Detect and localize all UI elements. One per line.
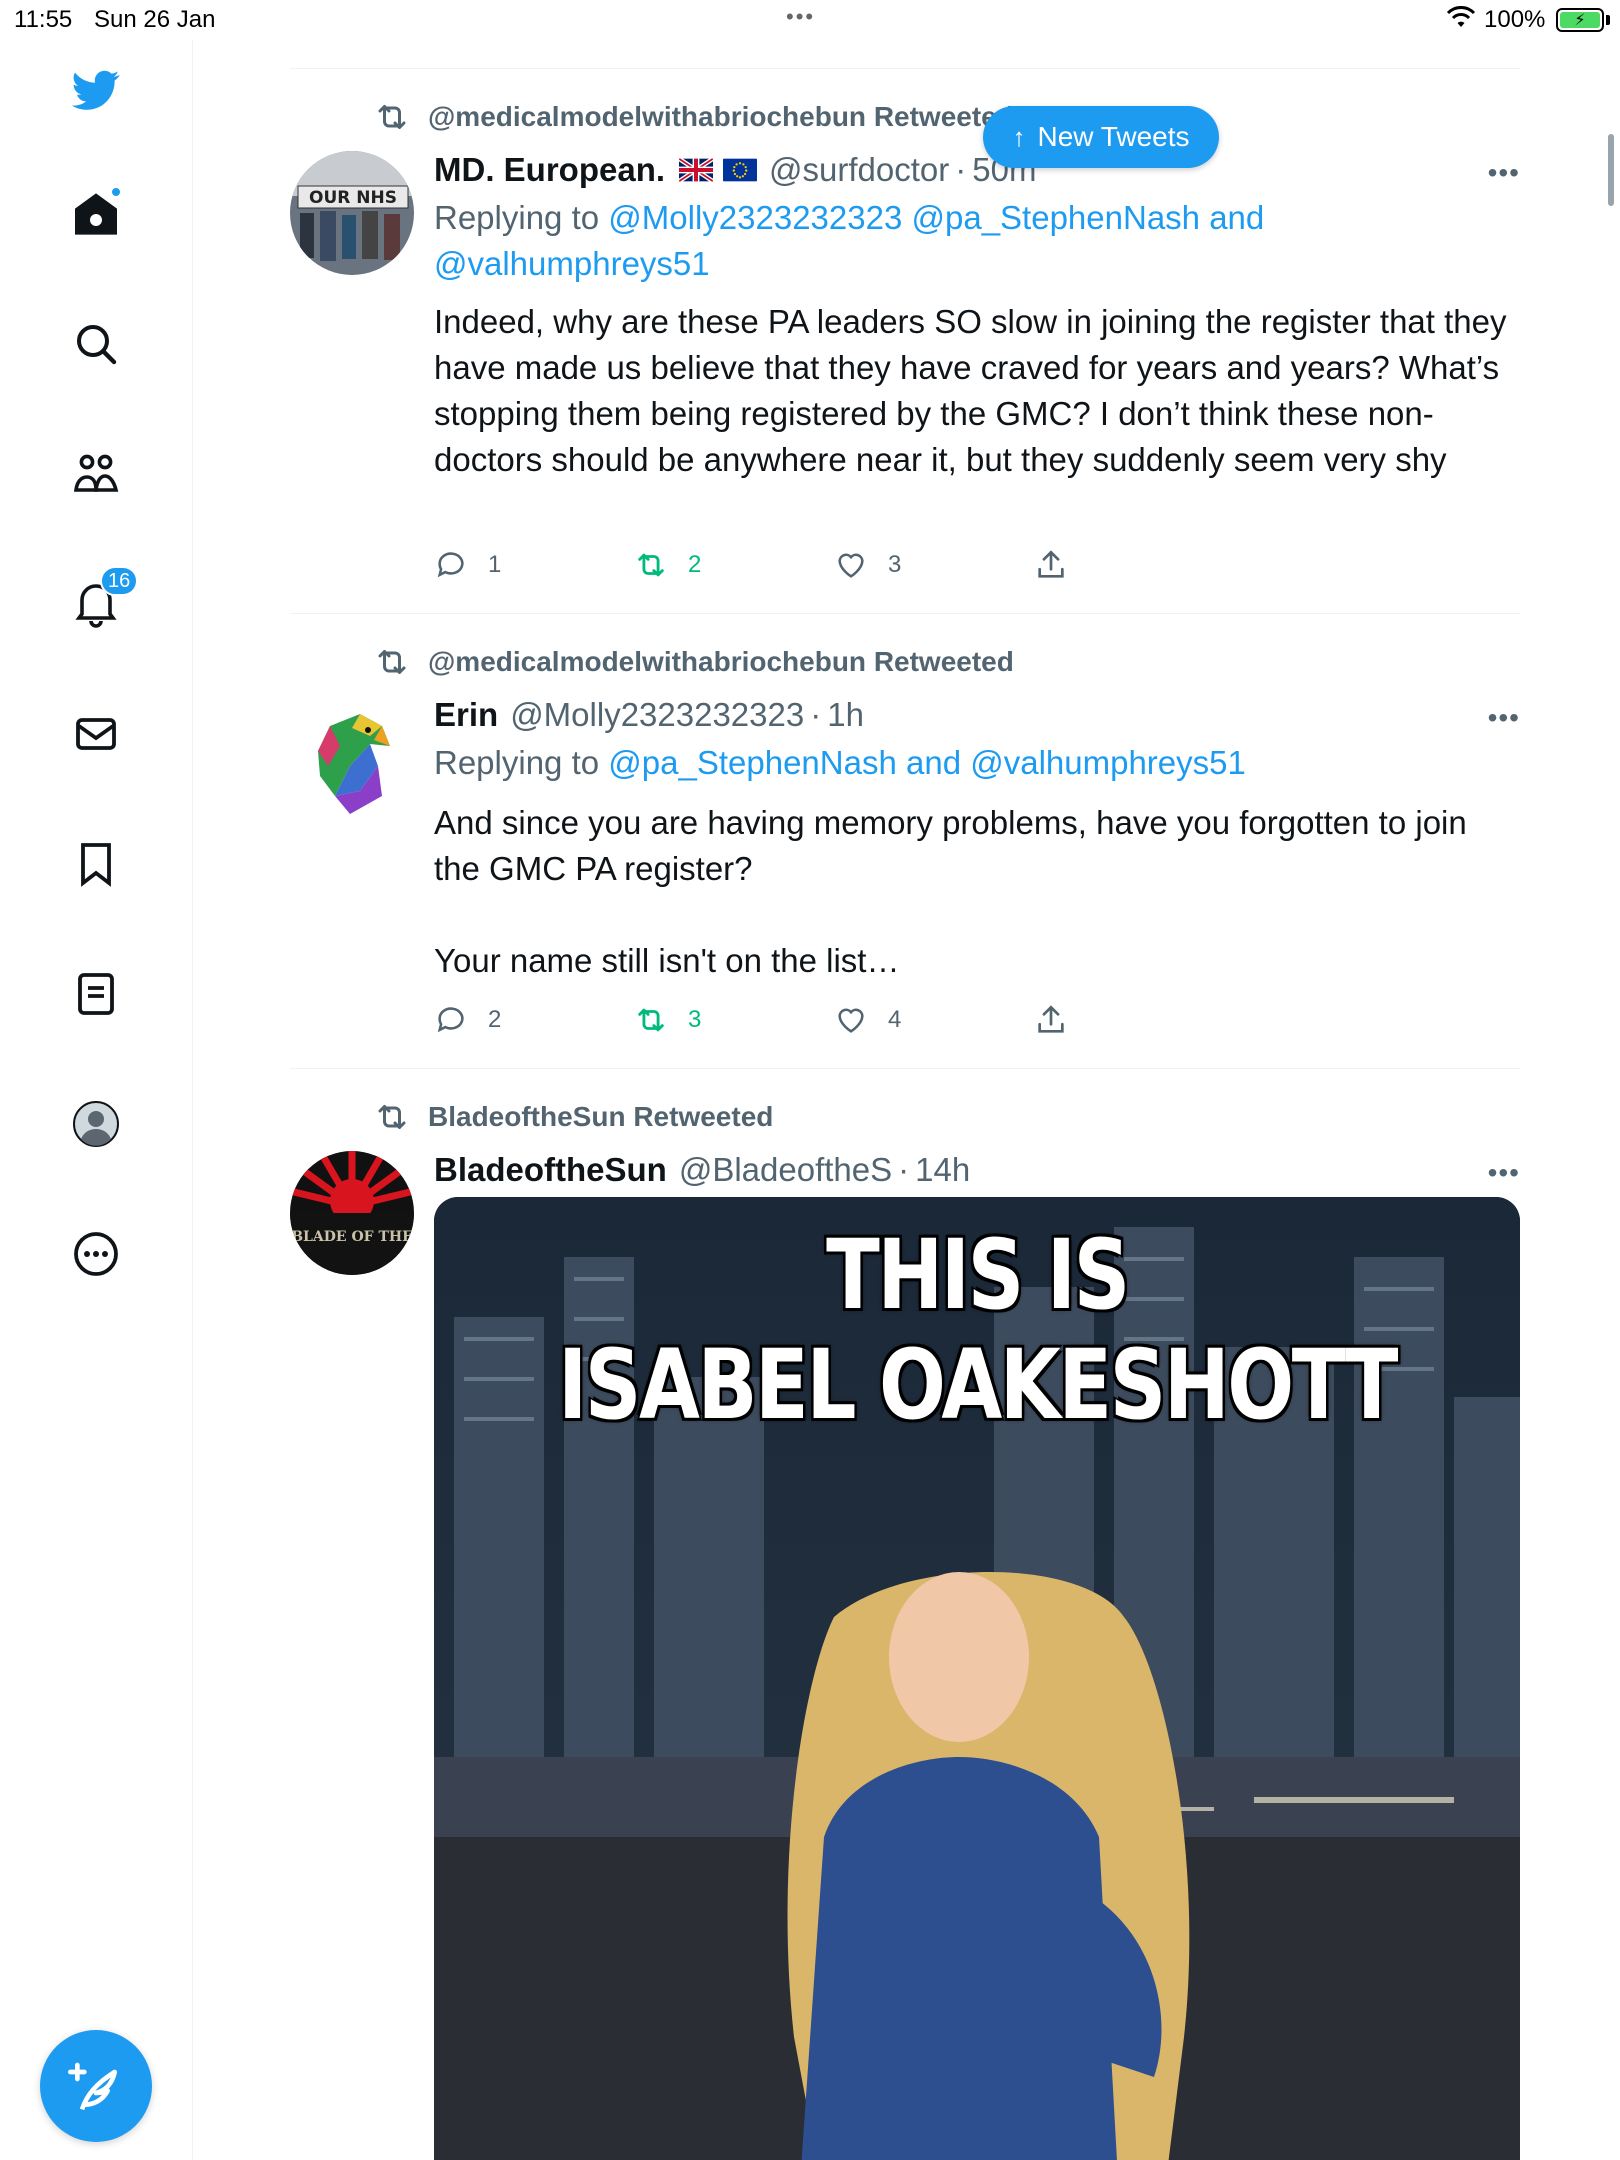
wifi-icon bbox=[1446, 6, 1476, 27]
like-button[interactable]: 3 bbox=[834, 548, 1034, 582]
retweet-context-text: BladeoftheSun Retweeted bbox=[428, 1101, 774, 1132]
more-options-icon[interactable]: ••• bbox=[1488, 1157, 1520, 1189]
like-count: 3 bbox=[888, 551, 902, 578]
reply-icon bbox=[437, 1007, 464, 1033]
retweet-icon bbox=[638, 1008, 664, 1032]
retweet-button[interactable]: 3 bbox=[634, 1003, 834, 1037]
reply-count: 2 bbox=[488, 1006, 502, 1033]
tweet-media-image[interactable]: THIS IS ISABEL OAKESHOTT bbox=[434, 1197, 1520, 2160]
avatar[interactable] bbox=[290, 696, 414, 820]
like-count: 4 bbox=[888, 1006, 902, 1033]
retweet-icon bbox=[378, 650, 406, 674]
retweet-icon bbox=[378, 1105, 406, 1129]
retweet-count: 3 bbox=[688, 1006, 702, 1033]
arrow-up-icon: ↑ bbox=[1012, 121, 1026, 152]
twitter-logo-icon[interactable] bbox=[68, 62, 124, 118]
new-tweets-label: New Tweets bbox=[1037, 121, 1190, 152]
uk-flag-icon bbox=[679, 158, 714, 182]
notifications-badge: 16 bbox=[100, 566, 139, 596]
retweet-context-text: @medicalmodelwithabriochebun Retweeted bbox=[428, 646, 1014, 677]
retweet-count: 2 bbox=[688, 551, 702, 578]
compose-tweet-icon bbox=[68, 2062, 117, 2111]
retweet-button[interactable]: 2 bbox=[634, 548, 834, 582]
tweet-text: Indeed, why are these PA leaders SO slow… bbox=[434, 303, 1516, 478]
tweet[interactable]: @medicalmodelwithabriochebun Retweeted E… bbox=[290, 614, 1520, 1069]
share-button[interactable] bbox=[1034, 548, 1088, 582]
retweet-context: @medicalmodelwithabriochebun Retweeted bbox=[374, 99, 1014, 135]
avatar[interactable]: BLADE OF THE bbox=[290, 1151, 414, 1275]
messages-icon[interactable] bbox=[68, 706, 124, 762]
heart-icon bbox=[838, 1008, 864, 1033]
retweet-icon bbox=[638, 553, 664, 577]
display-name[interactable]: BladeoftheSun bbox=[434, 1151, 667, 1189]
display-name[interactable]: Erin bbox=[434, 696, 498, 734]
main-timeline: @medicalmodelwithabriochebun Retweeted O… bbox=[193, 40, 1620, 2160]
bookmarks-icon[interactable] bbox=[68, 836, 124, 892]
handle[interactable]: @Molly2323232323 bbox=[510, 696, 804, 734]
retweet-context: BladeoftheSun Retweeted bbox=[374, 1099, 773, 1135]
share-icon bbox=[1038, 550, 1064, 578]
profile-icon[interactable] bbox=[68, 1096, 124, 1152]
replying-to-links[interactable]: @pa_StephenNash and @valhumphreys51 bbox=[608, 744, 1246, 781]
status-date: Sun 26 Jan bbox=[94, 6, 216, 33]
home-icon[interactable] bbox=[68, 186, 124, 242]
communities-icon[interactable] bbox=[68, 446, 124, 502]
sidebar: 16 bbox=[0, 40, 193, 2160]
eu-flag-icon bbox=[723, 158, 758, 182]
retweet-context-text: @medicalmodelwithabriochebun Retweeted bbox=[428, 101, 1014, 132]
home-new-dot bbox=[110, 186, 122, 198]
notifications-icon[interactable]: 16 bbox=[68, 566, 139, 632]
multitasking-dots[interactable]: ••• bbox=[786, 4, 815, 30]
replying-to: Replying to @Molly2323232323 @pa_Stephen… bbox=[434, 199, 1265, 282]
avatar-sign-text: OUR NHS bbox=[309, 188, 397, 208]
timestamp[interactable]: 1h bbox=[827, 696, 864, 734]
compose-tweet-button[interactable] bbox=[40, 2030, 152, 2142]
tweet-header: MD. European. @surfdoctor · 50m bbox=[434, 151, 1037, 189]
tweet-actions: 2 3 4 bbox=[434, 1000, 1094, 1040]
handle[interactable]: @BladeoftheS bbox=[679, 1151, 892, 1189]
lists-icon[interactable] bbox=[68, 966, 124, 1022]
share-icon bbox=[1038, 1005, 1064, 1033]
retweet-context: @medicalmodelwithabriochebun Retweeted bbox=[374, 644, 1014, 680]
reply-button[interactable]: 1 bbox=[434, 548, 634, 582]
battery-percent: 100% bbox=[1484, 6, 1546, 33]
media-caption-line-1: THIS IS bbox=[826, 1219, 1130, 1331]
timestamp[interactable]: 14h bbox=[915, 1151, 970, 1189]
more-icon[interactable] bbox=[68, 1226, 124, 1282]
scrollbar[interactable] bbox=[1608, 134, 1614, 206]
media-caption-line-2: ISABEL OAKESHOTT bbox=[557, 1329, 1399, 1441]
tweet-header: BladeoftheSun @BladeoftheS · 14h bbox=[434, 1151, 971, 1189]
new-tweets-button[interactable]: ↑ New Tweets bbox=[983, 106, 1219, 168]
handle[interactable]: @surfdoctor bbox=[769, 151, 949, 189]
heart-icon bbox=[838, 553, 864, 578]
status-time: 11:55 bbox=[14, 6, 73, 33]
tweet-header: Erin @Molly2323232323 · 1h bbox=[434, 696, 864, 734]
reply-icon bbox=[437, 552, 464, 578]
tweet-actions: 1 2 3 bbox=[434, 545, 1094, 585]
like-button[interactable]: 4 bbox=[834, 1003, 1034, 1037]
tweet[interactable]: @medicalmodelwithabriochebun Retweeted O… bbox=[290, 69, 1520, 614]
display-name[interactable]: MD. European. bbox=[434, 151, 665, 189]
avatar[interactable]: OUR NHS bbox=[290, 151, 414, 275]
tweet[interactable]: BladeoftheSun Retweeted BLADE OF THE Bla… bbox=[290, 1069, 1520, 2160]
retweet-icon bbox=[378, 105, 406, 129]
replying-to: Replying to @pa_StephenNash and @valhump… bbox=[434, 744, 1246, 781]
search-icon[interactable] bbox=[68, 316, 124, 372]
reply-button[interactable]: 2 bbox=[434, 1003, 634, 1037]
battery-icon: ⚡ bbox=[1556, 8, 1604, 32]
more-options-icon[interactable]: ••• bbox=[1488, 157, 1520, 189]
reply-count: 1 bbox=[488, 551, 502, 578]
status-bar: 11:55 Sun 26 Jan ••• 100% ⚡ bbox=[0, 0, 1620, 40]
tweet-text: And since you are having memory problems… bbox=[434, 804, 1467, 979]
avatar-text: BLADE OF THE bbox=[291, 1229, 413, 1245]
share-button[interactable] bbox=[1034, 1003, 1088, 1037]
more-options-icon[interactable]: ••• bbox=[1488, 702, 1520, 734]
